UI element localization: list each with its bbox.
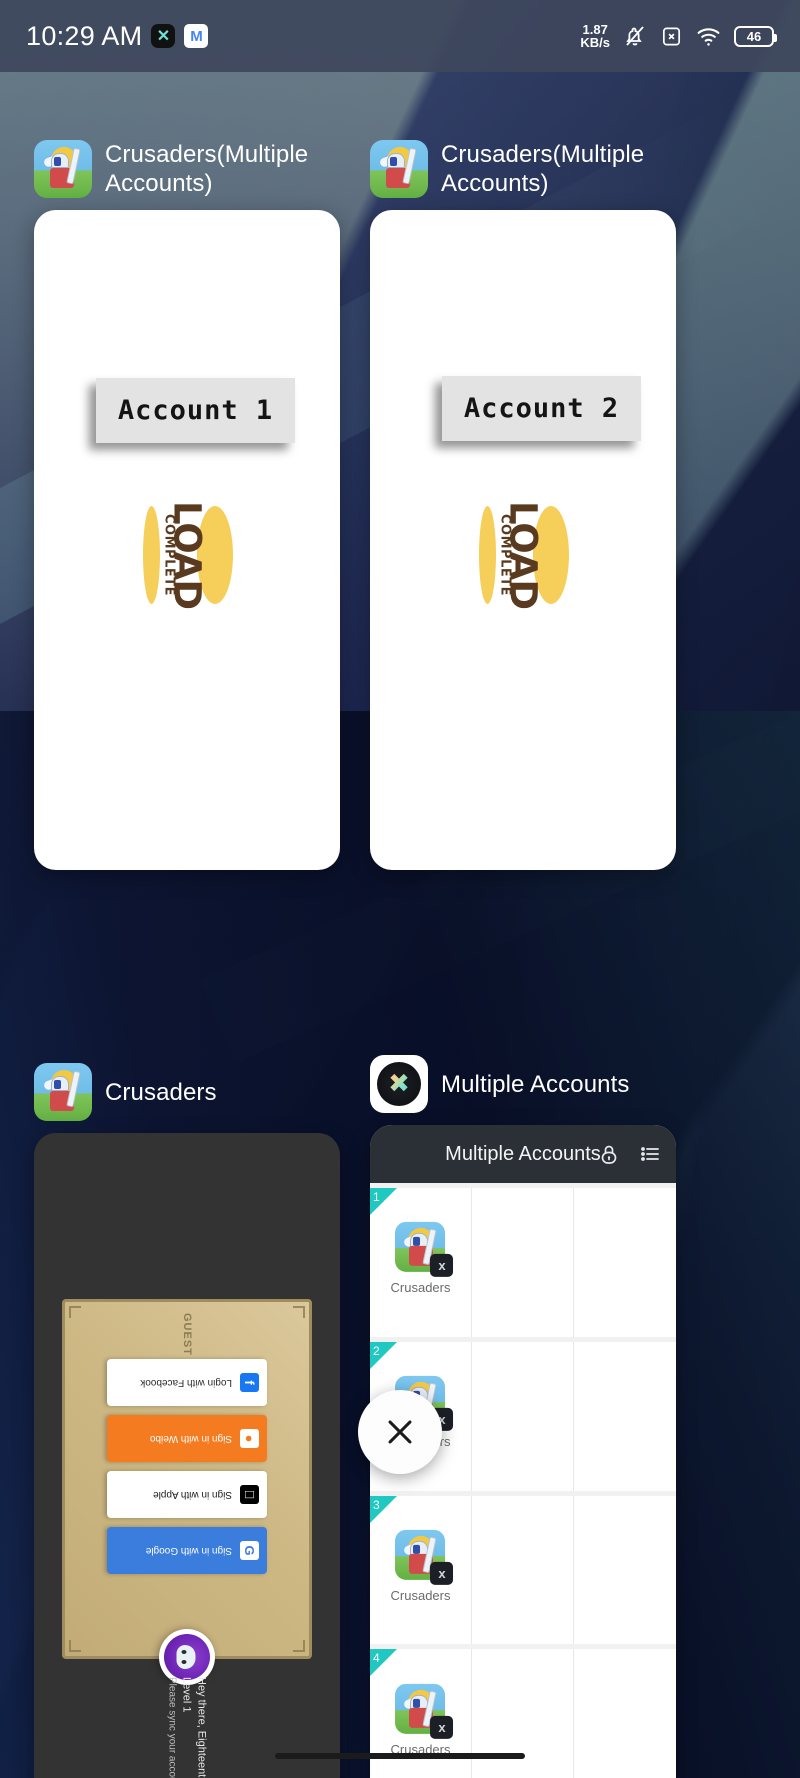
close-all-button[interactable] xyxy=(358,1390,442,1474)
wifi-icon xyxy=(696,25,721,48)
close-icon xyxy=(388,1420,412,1444)
clone-index-badge: 1 xyxy=(370,1188,397,1215)
recent-task-header[interactable]: Crusaders(Multiple Accounts) xyxy=(370,140,676,198)
clone-app[interactable]: x Crusaders xyxy=(390,1222,454,1296)
clone-app[interactable]: x Crusaders xyxy=(390,1529,454,1603)
facebook-login-label: Login with Facebook xyxy=(140,1376,232,1388)
apple-login-label: Sign in with Apple xyxy=(153,1488,232,1500)
game-login-screen[interactable]: GUEST f Login with Facebook ● Sign in wi… xyxy=(34,1133,340,1778)
status-bar-right: 1.87 KB/s 46 xyxy=(580,23,777,49)
recent-task-crusaders-multiple-accounts-1[interactable]: Crusaders(Multiple Accounts) LOAD COMPLE… xyxy=(34,140,340,870)
load-complete-logo: LOAD COMPLETE xyxy=(477,501,569,609)
crusaders-app-icon: x xyxy=(395,1222,454,1278)
apple-icon:  xyxy=(240,1484,259,1504)
battery-indicator: 46 xyxy=(734,25,777,47)
recent-task-thumbnail[interactable]: GUEST f Login with Facebook ● Sign in wi… xyxy=(34,1133,340,1778)
recent-task-title: Multiple Accounts xyxy=(441,1070,630,1098)
clone-cell-empty[interactable] xyxy=(472,1341,574,1491)
recent-task-header[interactable]: ✖ Multiple Accounts xyxy=(370,1055,676,1113)
status-bar-clock: 10:29 AM xyxy=(26,20,143,51)
clone-list: 1 x Crusaders 2 x 3 x Crusaders 4 x Crus… xyxy=(370,1183,676,1778)
facebook-login-button[interactable]: f Login with Facebook xyxy=(107,1358,267,1406)
recent-task-title: Crusaders(Multiple Accounts) xyxy=(105,141,309,197)
navigation-bar xyxy=(0,1734,800,1778)
google-login-button[interactable]: G Sign in with Google xyxy=(107,1526,267,1574)
apple-login-button[interactable]:  Sign in with Apple xyxy=(107,1470,267,1518)
weibo-login-label: Sign in with Weibo xyxy=(149,1432,232,1444)
recent-task-title: Crusaders xyxy=(105,1078,217,1106)
multiple-accounts-app-icon: ✖ xyxy=(370,1055,428,1113)
clone-cell[interactable]: 1 x Crusaders xyxy=(370,1188,472,1337)
clone-cell-empty[interactable] xyxy=(472,1495,574,1645)
app-bar-actions xyxy=(597,1142,662,1166)
list-item[interactable]: 3 x Crusaders xyxy=(370,1495,676,1645)
load-complete-sub-text: COMPLETE xyxy=(161,514,177,596)
gmail-icon: M xyxy=(184,24,209,48)
crusaders-app-icon xyxy=(34,140,92,198)
clone-app-label: Crusaders xyxy=(390,1280,451,1296)
google-login-label: Sign in with Google xyxy=(145,1544,232,1556)
clone-cell-empty[interactable] xyxy=(574,1496,676,1645)
status-bar: 10:29 AM ✕ M 1.87 KB/s 46 xyxy=(0,0,800,72)
recent-task-crusaders-multiple-accounts-2[interactable]: Crusaders(Multiple Accounts) LOAD COMPLE… xyxy=(370,140,676,870)
clone-app-label: Crusaders xyxy=(390,1587,451,1603)
clone-index-badge: 3 xyxy=(370,1495,397,1523)
clone-index-badge: 4 xyxy=(370,1649,397,1677)
clone-cell-empty[interactable] xyxy=(574,1188,676,1337)
battery-level: 46 xyxy=(746,28,762,44)
facebook-icon: f xyxy=(240,1372,259,1392)
crusaders-app-icon xyxy=(34,1063,92,1121)
account-overlay-label-1: Account 1 xyxy=(96,378,295,443)
recents-overview: Crusaders(Multiple Accounts) LOAD COMPLE… xyxy=(0,0,800,1778)
recent-task-thumbnail[interactable]: LOAD COMPLETE xyxy=(34,210,340,870)
home-indicator[interactable] xyxy=(275,1753,525,1759)
network-speed-indicator: 1.87 KB/s xyxy=(580,23,610,49)
guest-label: GUEST xyxy=(181,1312,193,1356)
recent-task-header[interactable]: Crusaders xyxy=(34,1063,340,1121)
game-login-panel-rotated: GUEST f Login with Facebook ● Sign in wi… xyxy=(62,1298,312,1778)
list-menu-icon[interactable] xyxy=(638,1142,662,1166)
recent-task-crusaders[interactable]: Crusaders GUEST f Login with Facebook ● … xyxy=(34,1063,340,1778)
status-bar-left: 10:29 AM ✕ M xyxy=(26,20,209,52)
clone-overlay-badge: x xyxy=(430,1254,454,1278)
x-icon: ✕ xyxy=(151,24,176,48)
recent-task-header[interactable]: Crusaders(Multiple Accounts) xyxy=(34,140,340,198)
bell-slash-icon xyxy=(623,24,647,48)
clone-overlay-badge: x xyxy=(430,1561,454,1585)
weibo-login-button[interactable]: ● Sign in with Weibo xyxy=(107,1414,267,1462)
recent-task-thumbnail[interactable]: LOAD COMPLETE xyxy=(370,210,676,870)
recent-task-title: Crusaders(Multiple Accounts) xyxy=(441,141,645,197)
account-overlay-label-2: Account 2 xyxy=(442,376,641,441)
google-icon: G xyxy=(240,1540,259,1560)
network-speed-unit: KB/s xyxy=(580,35,610,50)
crusaders-app-icon: x xyxy=(395,1529,454,1585)
clone-index-badge: 2 xyxy=(370,1341,397,1369)
clone-cell-empty[interactable] xyxy=(574,1342,676,1491)
sim-card-x-icon xyxy=(660,25,683,48)
clone-cell-empty[interactable] xyxy=(472,1188,574,1337)
level-text: Level 1 xyxy=(180,1676,193,1713)
weibo-icon: ● xyxy=(240,1428,259,1448)
load-complete-logo: LOAD COMPLETE xyxy=(141,501,233,609)
clone-cell[interactable]: 3 x Crusaders xyxy=(370,1495,472,1645)
crusaders-app-icon xyxy=(370,140,428,198)
load-complete-sub-text: COMPLETE xyxy=(497,514,513,596)
crusaders-app-icon: x xyxy=(395,1683,454,1739)
lock-icon[interactable] xyxy=(597,1142,621,1166)
app-bar: Multiple Accounts xyxy=(370,1125,676,1183)
list-item[interactable]: 1 x Crusaders xyxy=(370,1188,676,1337)
login-buttons: f Login with Facebook ● Sign in with Wei… xyxy=(107,1358,267,1574)
